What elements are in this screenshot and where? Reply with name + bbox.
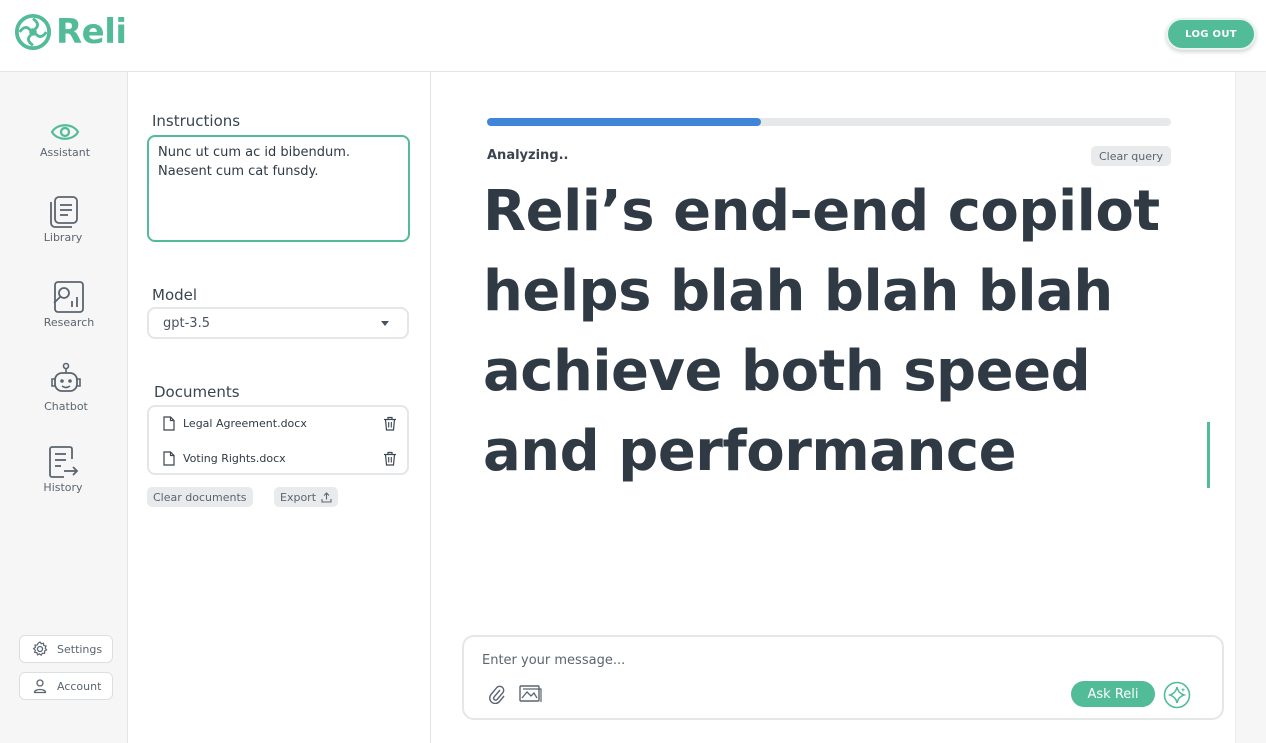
documents-label: Documents [154, 383, 240, 401]
trash-icon[interactable] [383, 451, 397, 466]
progress-bar [487, 118, 1171, 126]
document-name: Legal Agreement.docx [183, 416, 307, 430]
sparkle-icon[interactable] [1163, 681, 1191, 709]
user-icon [33, 679, 47, 694]
response-headline: Reli’s end-end copilot helps blah blah b… [483, 179, 1160, 484]
nav-label-assistant: Assistant [39, 146, 91, 159]
message-input[interactable] [482, 649, 1182, 671]
nav-item-research[interactable]: Research [29, 280, 109, 329]
reli-logo-icon [14, 13, 52, 51]
history-icon [49, 446, 79, 478]
main-content: Analyzing.. Clear query Reli’s end-end c… [431, 72, 1235, 743]
progress-fill [487, 118, 761, 126]
upload-icon [321, 491, 332, 503]
export-button[interactable]: Export [274, 487, 339, 507]
status-text: Analyzing.. [487, 148, 569, 163]
nav-item-chatbot[interactable]: Chatbot [26, 362, 106, 413]
robot-icon [51, 362, 81, 392]
right-gutter [1235, 72, 1266, 743]
settings-panel: Instructions Nunc ut cum ac id bibendum.… [128, 72, 431, 743]
model-select-value: gpt-3.5 [163, 315, 210, 331]
nav-label-history: History [43, 481, 83, 494]
settings-button[interactable]: Settings [19, 635, 113, 663]
caret-down-icon [381, 321, 389, 326]
nav-label-research: Research [43, 316, 95, 329]
image-icon[interactable] [519, 682, 543, 704]
logout-button[interactable]: LOG OUT [1166, 18, 1256, 50]
clear-documents-button[interactable]: Clear documents [147, 487, 253, 507]
ask-reli-button[interactable]: Ask Reli [1071, 681, 1155, 707]
research-icon [53, 281, 84, 313]
model-select[interactable]: gpt-3.5 [147, 307, 409, 339]
document-name: Voting Rights.docx [183, 451, 286, 465]
library-icon [50, 196, 78, 228]
nav-item-library[interactable]: Library [23, 195, 103, 244]
document-row[interactable]: Voting Rights.docx [163, 448, 397, 468]
text-cursor [1207, 422, 1210, 488]
nav-label-chatbot: Chatbot [44, 400, 88, 413]
document-row[interactable]: Legal Agreement.docx [163, 413, 397, 433]
message-composer: Ask Reli [462, 635, 1224, 720]
instructions-textarea[interactable]: Nunc ut cum ac id bibendum. Naesent cum … [147, 135, 410, 242]
instructions-label: Instructions [152, 112, 241, 130]
account-label: Account [57, 679, 102, 693]
settings-label: Settings [57, 642, 103, 656]
nav-label-library: Library [43, 231, 83, 244]
file-icon [163, 450, 175, 466]
reli-logo[interactable]: Reli [14, 12, 127, 52]
top-header: Reli LOG OUT [0, 0, 1266, 72]
nav-item-assistant[interactable]: Assistant [25, 120, 105, 159]
logo-wordmark: Reli [56, 12, 127, 52]
trash-icon[interactable] [383, 416, 397, 431]
gear-icon [32, 641, 48, 657]
paperclip-icon[interactable] [488, 684, 506, 704]
model-label: Model [152, 286, 198, 304]
clear-documents-label: Clear documents [153, 490, 247, 504]
export-label: Export [280, 490, 317, 504]
eye-icon [50, 124, 80, 140]
account-button[interactable]: Account [19, 672, 113, 700]
documents-list: Legal Agreement.docx Voting Rights.docx [147, 405, 409, 475]
icon-sidebar: Assistant Library Research Chatbot Histo… [0, 72, 128, 743]
clear-query-button[interactable]: Clear query [1091, 146, 1171, 166]
nav-item-history[interactable]: History [23, 445, 103, 494]
file-icon [163, 415, 175, 431]
